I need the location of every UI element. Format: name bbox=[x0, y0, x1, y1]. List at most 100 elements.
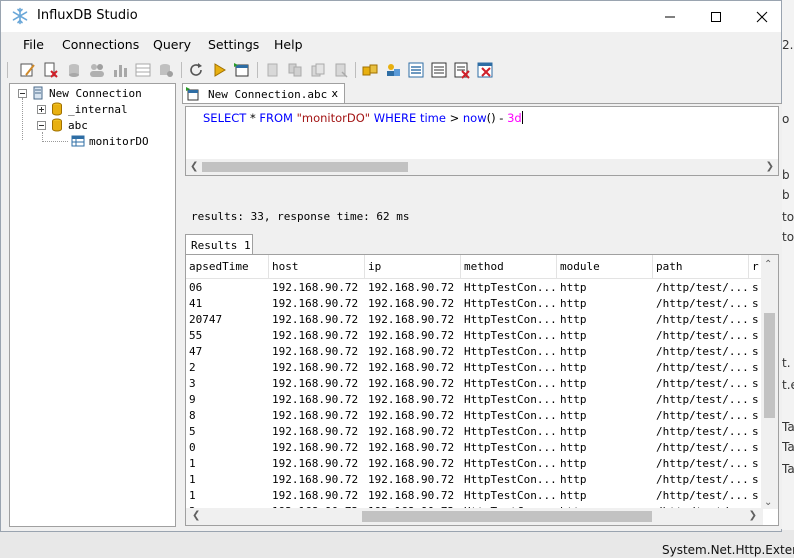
table-cell[interactable]: HttpTestCon... bbox=[461, 344, 557, 360]
delete-connection-icon[interactable] bbox=[42, 61, 60, 79]
scroll-down-icon[interactable]: ⌄ bbox=[764, 497, 772, 508]
column-header-module[interactable]: module bbox=[557, 255, 653, 279]
table-cell[interactable]: 41 bbox=[186, 296, 269, 312]
close-button[interactable] bbox=[739, 1, 785, 32]
tree-node-connection[interactable]: New Connection bbox=[18, 85, 142, 101]
table-cell[interactable]: /http/test/... bbox=[653, 408, 749, 424]
table-row[interactable]: 1 192.168.90.72 192.168.90.72 HttpTestCon..… bbox=[186, 472, 763, 488]
table-cell[interactable]: HttpTestCon... bbox=[461, 296, 557, 312]
table-cell[interactable]: 192.168.90.72 bbox=[269, 328, 365, 344]
detail-view-icon[interactable] bbox=[430, 61, 448, 79]
copy-icon[interactable] bbox=[263, 61, 281, 79]
table-cell[interactable]: http bbox=[557, 488, 653, 504]
table-cell[interactable]: HttpTestCon... bbox=[461, 472, 557, 488]
table-cell[interactable]: 192.168.90.72 bbox=[269, 488, 365, 504]
scroll-right-icon[interactable]: ❯ bbox=[766, 161, 774, 172]
table-cell[interactable]: 192.168.90.72 bbox=[365, 296, 461, 312]
table-cell[interactable]: 9 bbox=[186, 392, 269, 408]
refresh-icon[interactable] bbox=[187, 61, 205, 79]
table-row[interactable]: 0 192.168.90.72 192.168.90.72 HttpTestCon..… bbox=[186, 440, 763, 456]
list-view-icon[interactable] bbox=[407, 61, 425, 79]
backup-icon[interactable] bbox=[286, 61, 304, 79]
table-cell[interactable]: 192.168.90.72 bbox=[365, 440, 461, 456]
table-cell[interactable]: 192.168.90.72 bbox=[269, 280, 365, 296]
table-cell[interactable]: 192.168.90.72 bbox=[365, 408, 461, 424]
table-cell[interactable]: HttpTestCon... bbox=[461, 488, 557, 504]
edit-connection-icon[interactable] bbox=[19, 61, 37, 79]
collapse-toggle[interactable] bbox=[18, 88, 27, 98]
table-cell[interactable]: 192.168.90.72 bbox=[269, 376, 365, 392]
table-cell[interactable]: 1 bbox=[186, 488, 269, 504]
table-cell[interactable]: HttpTestCon... bbox=[461, 376, 557, 392]
maximize-button[interactable] bbox=[693, 1, 739, 32]
table-cell[interactable]: 192.168.90.72 bbox=[365, 472, 461, 488]
tree-node-measurement[interactable]: monitorDO bbox=[71, 133, 149, 149]
scroll-up-icon[interactable]: ⌃ bbox=[764, 259, 772, 270]
table-row[interactable]: 47 192.168.90.72 192.168.90.72 HttpTestCon.… bbox=[186, 344, 763, 360]
scrollbar-thumb[interactable] bbox=[202, 162, 408, 172]
scrollbar-thumb[interactable] bbox=[362, 511, 652, 522]
table-cell[interactable]: http bbox=[557, 296, 653, 312]
menu-connections[interactable]: Connections bbox=[62, 37, 139, 52]
table-cell[interactable]: http bbox=[557, 344, 653, 360]
table-cell[interactable]: 192.168.90.72 bbox=[269, 472, 365, 488]
table-row[interactable]: 9 192.168.90.72 192.168.90.72 HttpTestCon..… bbox=[186, 392, 763, 408]
column-header-host[interactable]: host bbox=[269, 255, 365, 279]
table-row[interactable]: 1 192.168.90.72 192.168.90.72 HttpTestCon..… bbox=[186, 488, 763, 504]
table-cell[interactable]: 192.168.90.72 bbox=[269, 456, 365, 472]
table-cell[interactable]: HttpTestCon... bbox=[461, 424, 557, 440]
table-cell[interactable]: 192.168.90.72 bbox=[365, 312, 461, 328]
table-cell[interactable]: /http/test/... bbox=[653, 296, 749, 312]
table-cell[interactable]: 192.168.90.72 bbox=[365, 392, 461, 408]
table-cell[interactable]: /http/test/... bbox=[653, 360, 749, 376]
table-cell[interactable]: 192.168.90.72 bbox=[365, 376, 461, 392]
table-cell[interactable]: 1 bbox=[186, 472, 269, 488]
table-icon[interactable] bbox=[134, 61, 152, 79]
keys-icon[interactable] bbox=[361, 61, 379, 79]
table-cell[interactable]: HttpTestCon... bbox=[461, 392, 557, 408]
table-cell[interactable]: http bbox=[557, 312, 653, 328]
table-cell[interactable]: /http/test/... bbox=[653, 424, 749, 440]
table-cell[interactable]: 5 bbox=[186, 424, 269, 440]
table-cell[interactable]: /http/test/... bbox=[653, 392, 749, 408]
table-cell[interactable]: HttpTestCon... bbox=[461, 360, 557, 376]
menu-settings[interactable]: Settings bbox=[208, 37, 259, 52]
table-row[interactable]: 20747 192.168.90.72 192.168.90.72 HttpTestC… bbox=[186, 312, 763, 328]
table-cell[interactable]: 192.168.90.72 bbox=[269, 312, 365, 328]
table-cell[interactable]: http bbox=[557, 360, 653, 376]
table-cell[interactable]: HttpTestCon... bbox=[461, 440, 557, 456]
table-cell[interactable]: http bbox=[557, 440, 653, 456]
table-cell[interactable]: http bbox=[557, 328, 653, 344]
table-cell[interactable]: 192.168.90.72 bbox=[365, 424, 461, 440]
menu-file[interactable]: File bbox=[23, 37, 44, 52]
table-cell[interactable]: 8 bbox=[186, 408, 269, 424]
chart-icon[interactable] bbox=[111, 61, 129, 79]
users-icon[interactable] bbox=[88, 61, 106, 79]
table-cell[interactable]: HttpTestCon... bbox=[461, 280, 557, 296]
table-cell[interactable]: 192.168.90.72 bbox=[269, 360, 365, 376]
table-cell[interactable]: 192.168.90.72 bbox=[365, 280, 461, 296]
table-cell[interactable]: 192.168.90.72 bbox=[365, 328, 461, 344]
table-row[interactable]: 1 192.168.90.72 192.168.90.72 HttpTestCon..… bbox=[186, 456, 763, 472]
table-cell[interactable]: http bbox=[557, 408, 653, 424]
table-row[interactable]: 55 192.168.90.72 192.168.90.72 HttpTestCon.… bbox=[186, 328, 763, 344]
run-query-icon[interactable] bbox=[210, 61, 228, 79]
expand-toggle[interactable] bbox=[37, 104, 46, 114]
table-cell[interactable]: 06 bbox=[186, 280, 269, 296]
delete-rows-icon[interactable] bbox=[453, 61, 471, 79]
table-cell[interactable]: /http/test/... bbox=[653, 472, 749, 488]
table-cell[interactable]: http bbox=[557, 472, 653, 488]
table-cell[interactable]: /http/test/... bbox=[653, 312, 749, 328]
column-header-method[interactable]: method bbox=[461, 255, 557, 279]
table-cell[interactable]: /http/test/... bbox=[653, 376, 749, 392]
table-cell[interactable]: 55 bbox=[186, 328, 269, 344]
table-row[interactable]: 5 192.168.90.72 192.168.90.72 HttpTestCon..… bbox=[186, 424, 763, 440]
tab-close-button[interactable]: x bbox=[331, 87, 338, 100]
table-cell[interactable]: 47 bbox=[186, 344, 269, 360]
minimize-button[interactable] bbox=[647, 1, 693, 32]
table-cell[interactable]: /http/test/... bbox=[653, 328, 749, 344]
database-settings-icon[interactable] bbox=[157, 61, 175, 79]
tab-new-connection-abc[interactable]: New Connection.abc x bbox=[182, 83, 345, 104]
table-cell[interactable]: http bbox=[557, 392, 653, 408]
table-cell[interactable]: 192.168.90.72 bbox=[365, 456, 461, 472]
